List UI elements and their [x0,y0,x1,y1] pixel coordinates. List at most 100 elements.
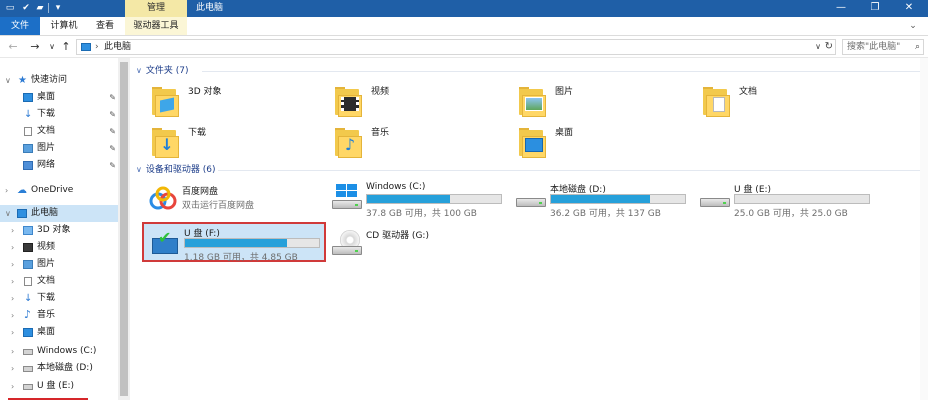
nav-quick-desktop[interactable]: 桌面 ✎ [0,89,118,106]
drive-free-space: 37.8 GB 可用，共 100 GB [366,209,477,219]
drive-c[interactable]: Windows (C:) 37.8 GB 可用，共 100 GB [326,180,508,219]
folder-label: 下载 [188,128,207,138]
content-pane: ∨ 文件夹 (7) 3D 对象 视频 图片 文档 ↓ 下载 ♪ 音乐 桌面 ∨ … [132,58,928,400]
up-button[interactable]: ↑ [59,39,73,55]
collapsed-chevron-icon[interactable]: › [5,182,13,199]
search-icon[interactable]: ⌕ [915,40,920,54]
breadcrumb-separator[interactable]: › [95,40,99,54]
nav-pc-drive-e[interactable]: › U 盘 (E:) [0,378,118,395]
drive-usage-bar [366,194,502,204]
drive-d[interactable]: 本地磁盘 (D:) 36.2 GB 可用，共 137 GB [510,180,692,219]
forward-button[interactable]: → [28,39,42,55]
nav-pc-drive-c[interactable]: › Windows (C:) [0,343,118,360]
nav-pc-documents[interactable]: › 文档 [0,273,118,290]
drive-name: CD 驱动器 (G:) [366,231,429,241]
nav-this-pc[interactable]: ∨ 此电脑 [0,205,118,222]
drive-icon [23,384,33,390]
folder-desktop[interactable]: 桌面 [503,124,683,162]
collapsed-chevron-icon[interactable]: › [11,239,19,256]
cd-drive-icon [332,230,364,258]
collapsed-chevron-icon[interactable]: › [11,307,19,324]
drive-icon [23,366,33,372]
nav-quick-downloads[interactable]: ↓ 下载 ✎ [0,106,118,123]
tab-computer[interactable]: 计算机 [42,17,86,35]
new-folder-icon[interactable]: ▰ [34,2,46,14]
title-bar: ▭ ✔ ▰ ▾ 管理 此电脑 — ❐ ✕ [0,0,928,17]
content-scrollbar[interactable] [920,58,928,400]
collapsed-chevron-icon[interactable]: › [11,360,19,377]
windows-drive-icon [332,184,364,212]
folder-pictures[interactable]: 图片 [503,83,683,121]
pin-icon: ✎ [109,161,116,170]
star-icon: ★ [18,75,27,86]
folder-label: 桌面 [555,128,574,138]
nav-label: 网络 [37,160,56,170]
back-button[interactable]: ← [6,39,20,55]
videos-icon [23,243,33,252]
folder-downloads[interactable]: ↓ 下载 [136,124,316,162]
drive-g-cd[interactable]: CD 驱动器 (G:) [326,226,508,264]
recent-locations-icon[interactable]: ∨ [45,39,59,55]
restore-button[interactable]: ❐ [858,0,892,17]
folder-music[interactable]: ♪ 音乐 [319,124,499,162]
group-collapse-icon[interactable]: ∨ [136,66,142,75]
collapsed-chevron-icon[interactable]: › [11,222,19,239]
tab-drive-tools[interactable]: 驱动器工具 [125,17,187,35]
drive-e[interactable]: U 盘 (E:) 25.0 GB 可用，共 25.0 GB [694,180,876,219]
nav-pc-desktop[interactable]: › 桌面 [0,324,118,341]
collapsed-chevron-icon[interactable]: › [11,378,19,395]
collapsed-chevron-icon[interactable]: › [11,290,19,307]
nav-label: 视频 [37,242,56,252]
refresh-icon[interactable]: ↻ [825,40,833,54]
drive-usage-bar [184,238,320,248]
nav-quick-documents[interactable]: 文档 ✎ [0,123,118,140]
customize-qa-icon[interactable]: ▾ [52,2,64,14]
group-collapse-icon[interactable]: ∨ [136,165,142,174]
download-icon: ↓ [24,109,33,120]
tab-view[interactable]: 查看 [88,17,122,35]
tab-file[interactable]: 文件 [0,17,40,35]
devices-group-header[interactable]: ∨ 设备和驱动器 (6) [136,163,215,177]
document-icon [24,127,32,136]
nav-scrollbar[interactable] [118,58,130,400]
nav-scrollbar-thumb[interactable] [120,62,128,396]
collapsed-chevron-icon[interactable]: › [11,256,19,273]
3d-objects-folder-icon [152,85,182,117]
drive-f[interactable]: ✔ U 盘 (F:) 1.18 GB 可用，共 4.85 GB [143,223,325,263]
nav-onedrive[interactable]: › ☁ OneDrive [0,182,118,199]
breadcrumb-this-pc[interactable]: 此电脑 [104,40,131,54]
nav-pc-pictures[interactable]: › 图片 [0,256,118,273]
nav-label: 图片 [37,259,56,269]
properties-icon[interactable]: ✔ [20,2,32,14]
nav-quick-access[interactable]: ∨ ★ 快速访问 [0,72,118,89]
nav-pc-music[interactable]: › ♪ 音乐 [0,307,118,324]
folders-group-header[interactable]: ∨ 文件夹 (7) [136,64,188,78]
nav-pc-downloads[interactable]: › ↓ 下载 [0,290,118,307]
nav-pc-videos[interactable]: › 视频 [0,239,118,256]
minimize-button[interactable]: — [824,0,858,17]
close-button[interactable]: ✕ [892,0,926,17]
context-tab-manage: 管理 [125,0,187,17]
folder-3d-objects[interactable]: 3D 对象 [136,83,316,121]
app-icon[interactable]: ▭ [4,2,16,14]
expanded-chevron-icon[interactable]: ∨ [5,205,13,222]
nav-quick-pictures[interactable]: 图片 ✎ [0,140,118,157]
download-icon: ↓ [24,293,33,304]
expand-ribbon-icon[interactable]: ⌄ [906,17,920,35]
network-icon [23,161,33,170]
folder-documents[interactable]: 文档 [687,83,867,121]
nav-pc-drive-d[interactable]: › 本地磁盘 (D:) [0,360,118,377]
nav-quick-network[interactable]: 网络 ✎ [0,157,118,174]
drive-name: 百度网盘 [182,187,219,197]
nav-pc-3d-objects[interactable]: › 3D 对象 [0,222,118,239]
address-bar[interactable]: › 此电脑 ∨ ↻ [76,39,836,55]
search-input[interactable]: 搜索"此电脑" ⌕ [842,39,924,55]
collapsed-chevron-icon[interactable]: › [11,273,19,290]
drive-usage-bar [550,194,686,204]
baidu-netdisk-item[interactable]: 百度网盘 双击运行百度网盘 [142,182,324,220]
collapsed-chevron-icon[interactable]: › [11,324,19,341]
address-dropdown-icon[interactable]: ∨ [815,40,821,54]
collapsed-chevron-icon[interactable]: › [11,343,19,360]
expanded-chevron-icon[interactable]: ∨ [5,72,13,89]
folder-videos[interactable]: 视频 [319,83,499,121]
